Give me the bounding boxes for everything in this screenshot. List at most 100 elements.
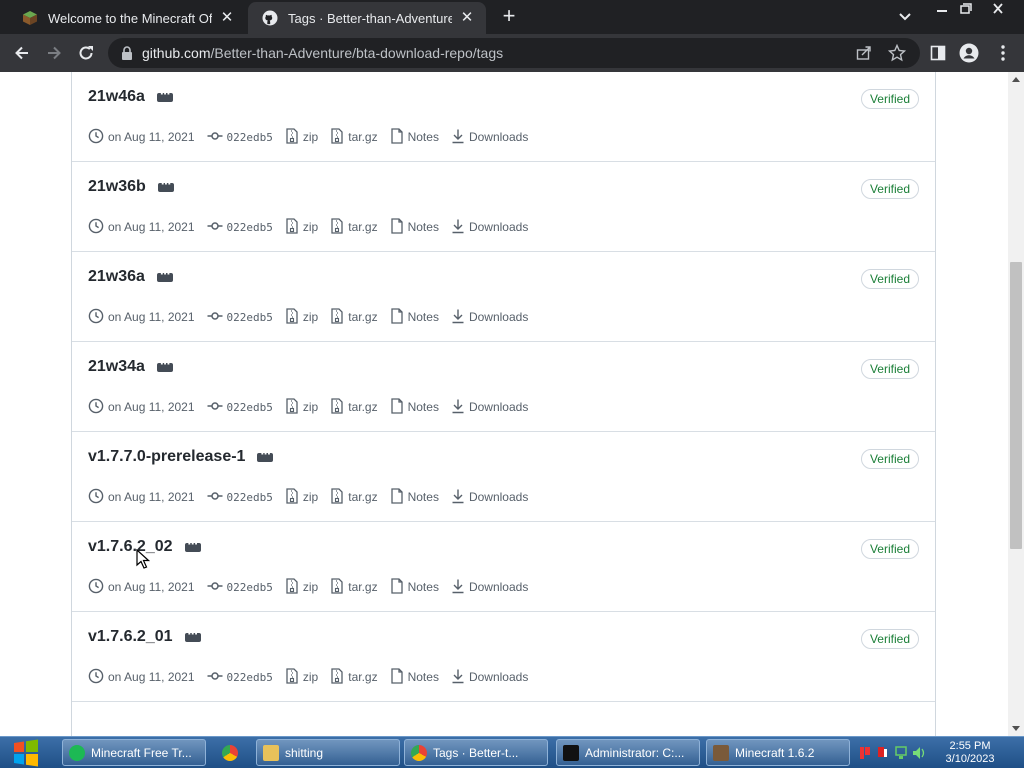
commit-sha[interactable]: 022edb5 xyxy=(227,581,273,594)
github-icon xyxy=(262,10,278,26)
more-options-button[interactable] xyxy=(156,356,173,373)
forward-arrow-icon[interactable] xyxy=(44,43,64,63)
commit-sha[interactable]: 022edb5 xyxy=(227,401,273,414)
reload-icon[interactable] xyxy=(76,43,96,63)
tag-name-link[interactable]: 21w46a xyxy=(88,88,145,105)
taskbar-clock[interactable]: 2:55 PM 3/10/2023 xyxy=(932,740,1008,766)
side-panel-icon[interactable] xyxy=(928,43,948,63)
taskbar-item[interactable]: Administrator: C:... xyxy=(556,739,700,766)
tray-security-icon[interactable] xyxy=(878,747,887,757)
tab-close-icon[interactable]: ✕ xyxy=(458,9,476,27)
downloads-link[interactable]: Downloads xyxy=(451,218,528,237)
verified-badge[interactable]: Verified xyxy=(860,359,919,379)
tag-name-link[interactable]: 21w36a xyxy=(88,268,145,285)
minimize-button[interactable] xyxy=(930,2,954,16)
more-options-button[interactable] xyxy=(184,626,201,643)
tray-volume-icon[interactable] xyxy=(913,747,925,759)
back-arrow-icon[interactable] xyxy=(12,43,32,63)
tag-name-link[interactable]: 21w34a xyxy=(88,358,145,375)
commit-link[interactable]: 022edb5 xyxy=(207,578,273,597)
downloads-link[interactable]: Downloads xyxy=(451,128,528,147)
targz-download-link[interactable]: tar.gz xyxy=(330,577,378,597)
zip-download-link[interactable]: zip xyxy=(285,127,318,147)
targz-download-link[interactable]: tar.gz xyxy=(330,667,378,687)
taskbar-item[interactable]: Minecraft 1.6.2 xyxy=(706,739,850,766)
zip-download-link[interactable]: zip xyxy=(285,667,318,687)
address-bar[interactable]: github.com/Better-than-Adventure/bta-dow… xyxy=(108,38,920,68)
more-options-button[interactable] xyxy=(157,176,174,193)
start-button[interactable] xyxy=(6,738,46,768)
verified-badge[interactable]: Verified xyxy=(860,269,919,289)
notes-link[interactable]: Notes xyxy=(390,487,439,507)
verified-badge[interactable]: Verified xyxy=(860,179,919,199)
notes-link[interactable]: Notes xyxy=(390,577,439,597)
commit-link[interactable]: 022edb5 xyxy=(207,128,273,147)
tray-network-icon[interactable] xyxy=(895,746,907,759)
tag-name-link[interactable]: v1.7.6.2_01 xyxy=(88,628,173,645)
commit-link[interactable]: 022edb5 xyxy=(207,218,273,237)
zip-download-link[interactable]: zip xyxy=(285,217,318,237)
notes-link[interactable]: Notes xyxy=(390,397,439,417)
commit-sha[interactable]: 022edb5 xyxy=(227,311,273,324)
more-options-button[interactable] xyxy=(184,536,201,553)
more-options-button[interactable] xyxy=(156,266,173,283)
tab-close-icon[interactable]: ✕ xyxy=(218,9,236,27)
browser-menu-icon[interactable] xyxy=(993,43,1013,63)
targz-download-link[interactable]: tar.gz xyxy=(330,397,378,417)
zip-download-link[interactable]: zip xyxy=(285,397,318,417)
targz-download-link[interactable]: tar.gz xyxy=(330,217,378,237)
commit-link[interactable]: 022edb5 xyxy=(207,668,273,687)
taskbar-item[interactable] xyxy=(210,739,250,766)
new-tab-button[interactable]: + xyxy=(498,5,520,28)
taskbar-item[interactable]: Tags · Better-t... xyxy=(404,739,548,766)
downloads-link[interactable]: Downloads xyxy=(451,488,528,507)
more-options-button[interactable] xyxy=(156,86,173,103)
scroll-thumb[interactable] xyxy=(1010,262,1022,549)
share-icon[interactable] xyxy=(856,45,872,66)
url-text[interactable]: github.com/Better-than-Adventure/bta-dow… xyxy=(142,45,503,61)
verified-badge[interactable]: Verified xyxy=(860,629,919,649)
tag-name-link[interactable]: v1.7.6.2_02 xyxy=(88,538,173,555)
profile-avatar-icon[interactable] xyxy=(959,43,979,63)
targz-download-link[interactable]: tar.gz xyxy=(330,307,378,327)
tray-flag-icon[interactable] xyxy=(860,747,870,759)
tag-name-link[interactable]: 21w36b xyxy=(88,178,146,195)
zip-download-link[interactable]: zip xyxy=(285,487,318,507)
notes-link[interactable]: Notes xyxy=(390,307,439,327)
tab-search-chevron-icon[interactable] xyxy=(896,8,914,26)
more-options-button[interactable] xyxy=(257,446,274,463)
scroll-up-arrow-icon[interactable] xyxy=(1012,77,1020,82)
verified-badge[interactable]: Verified xyxy=(860,539,919,559)
tab-github-tags[interactable]: Tags · Better-than-Adventure/bta-downloa… xyxy=(248,2,486,34)
commit-sha[interactable]: 022edb5 xyxy=(227,491,273,504)
downloads-link[interactable]: Downloads xyxy=(451,398,528,417)
restore-button[interactable] xyxy=(954,2,978,16)
downloads-link[interactable]: Downloads xyxy=(451,578,528,597)
tag-name-link[interactable]: v1.7.7.0-prerelease-1 xyxy=(88,448,245,465)
lock-icon[interactable] xyxy=(120,45,134,66)
commit-sha[interactable]: 022edb5 xyxy=(227,131,273,144)
zip-download-link[interactable]: zip xyxy=(285,307,318,327)
page-scrollbar[interactable] xyxy=(1008,72,1024,736)
commit-sha[interactable]: 022edb5 xyxy=(227,221,273,234)
downloads-link[interactable]: Downloads xyxy=(451,308,528,327)
zip-download-link[interactable]: zip xyxy=(285,577,318,597)
targz-download-link[interactable]: tar.gz xyxy=(330,487,378,507)
notes-link[interactable]: Notes xyxy=(390,217,439,237)
verified-badge[interactable]: Verified xyxy=(860,89,919,109)
verified-badge[interactable]: Verified xyxy=(860,449,919,469)
tab-minecraft-welcome[interactable]: Welcome to the Minecraft Official ✕ xyxy=(8,2,246,34)
scroll-down-arrow-icon[interactable] xyxy=(1012,726,1020,731)
commit-link[interactable]: 022edb5 xyxy=(207,398,273,417)
notes-link[interactable]: Notes xyxy=(390,127,439,147)
targz-download-link[interactable]: tar.gz xyxy=(330,127,378,147)
taskbar-item[interactable]: shitting xyxy=(256,739,400,766)
taskbar-item[interactable]: Minecraft Free Tr... xyxy=(62,739,206,766)
commit-link[interactable]: 022edb5 xyxy=(207,488,273,507)
commit-link[interactable]: 022edb5 xyxy=(207,308,273,327)
downloads-link[interactable]: Downloads xyxy=(451,668,528,687)
close-window-button[interactable] xyxy=(986,2,1010,16)
notes-link[interactable]: Notes xyxy=(390,667,439,687)
bookmark-star-icon[interactable] xyxy=(887,43,907,67)
commit-sha[interactable]: 022edb5 xyxy=(227,671,273,684)
